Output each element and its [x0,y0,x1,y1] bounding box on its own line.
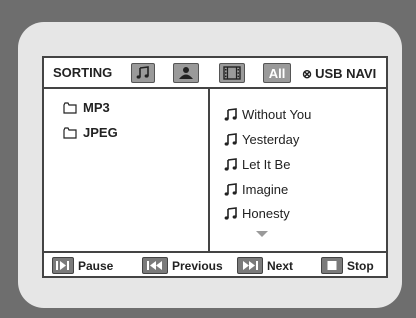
music-note-icon [224,182,237,196]
next-label: Next [267,258,294,273]
scroll-down-arrow-icon[interactable] [256,231,268,238]
folder-icon [63,126,77,139]
folder-icon [63,101,77,114]
previous-button[interactable]: Previous [142,257,223,274]
usb-navi-indicator: ⊗ USB NAVI [302,66,376,81]
tab-music[interactable] [131,63,155,83]
pause-button[interactable]: Pause [52,257,113,274]
song-item[interactable]: Yesterday [224,132,299,147]
song-title: Honesty [242,206,290,221]
song-item[interactable]: Imagine [224,182,288,197]
song-item[interactable]: Honesty [224,206,290,221]
usb-navi-label: USB NAVI [315,66,377,81]
song-title: Imagine [242,182,289,197]
sorting-bar: SORTING All ⊗ USB NAVI [44,58,386,89]
folder-item-mp3[interactable]: MP3 [63,100,110,115]
all-label: All [268,65,286,81]
song-item[interactable]: Let It Be [224,157,290,172]
usb-navigation-screen: SORTING All ⊗ USB NAVI MP3 JPEG Without … [42,56,388,278]
tab-all[interactable]: All [263,63,291,83]
folder-name: MP3 [83,100,110,115]
music-note-icon [136,66,149,79]
folder-list: MP3 JPEG [44,89,210,251]
tab-person[interactable] [173,63,199,83]
pause-label: Pause [78,258,114,273]
folder-item-jpeg[interactable]: JPEG [63,125,118,140]
previous-icon [142,257,168,274]
usb-navi-icon: ⊗ [302,66,313,81]
stop-label: Stop [347,258,374,273]
next-button[interactable]: Next [237,257,293,274]
play-pause-icon [52,257,74,274]
song-list: Without You Yesterday Let It Be Imagine … [210,89,386,251]
music-note-icon [224,107,237,121]
tab-film[interactable] [219,63,245,83]
next-icon [237,257,263,274]
music-note-icon [224,206,237,220]
song-title: Yesterday [242,132,300,147]
previous-label: Previous [172,258,223,273]
song-title: Without You [242,107,312,122]
playback-controls: Pause Previous Next Stop [44,251,386,276]
stop-button[interactable]: Stop [321,257,374,274]
music-note-icon [224,157,237,171]
sorting-label: SORTING [53,65,113,80]
folder-name: JPEG [83,125,118,140]
song-title: Let It Be [242,157,291,172]
person-icon [179,67,193,79]
song-item[interactable]: Without You [224,107,311,122]
film-icon [223,66,241,80]
stop-icon [321,257,343,274]
music-note-icon [224,132,237,146]
